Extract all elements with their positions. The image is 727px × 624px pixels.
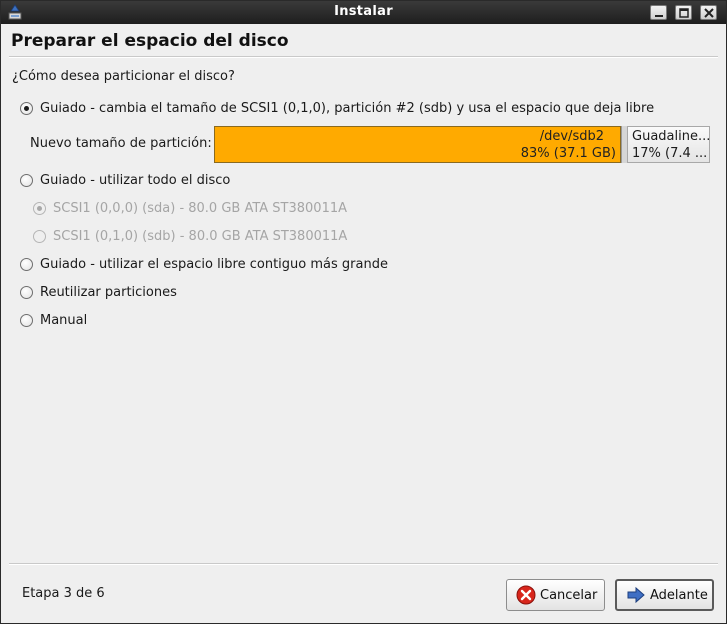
radio-button[interactable] (20, 313, 33, 327)
cancel-icon (516, 585, 536, 605)
option-label: Guiado - cambia el tamaño de SCSI1 (0,1,… (40, 100, 655, 116)
next-button[interactable]: Adelante (615, 579, 714, 611)
window-title: Instalar (334, 4, 393, 19)
forward-arrow-icon (627, 586, 645, 604)
radio-button (33, 229, 46, 243)
option-manual[interactable]: Manual (20, 311, 87, 329)
option-label: Reutilizar particiones (40, 284, 177, 300)
existing-partition-size: 83% (37.1 GB) (520, 146, 616, 161)
header-divider (9, 56, 718, 58)
option-label: Guiado - utilizar todo el disco (40, 172, 231, 188)
radio-button[interactable] (20, 285, 33, 299)
footer-divider (9, 563, 718, 565)
minimize-icon (655, 15, 663, 17)
option-label: Manual (40, 312, 88, 328)
option-guided-largest-free[interactable]: Guiado - utilizar el espacio libre conti… (20, 255, 388, 273)
close-button[interactable] (700, 5, 717, 20)
option-disk-sdb: SCSI1 (0,1,0) (sdb) - 80.0 GB ATA ST3800… (33, 227, 347, 245)
minimize-button[interactable] (650, 5, 667, 20)
new-partition-name: Guadaline... (632, 129, 710, 144)
installer-window: Instalar Preparar el espacio del disco ¿… (0, 0, 727, 624)
step-indicator: Etapa 3 de 6 (22, 586, 105, 601)
option-label: SCSI1 (0,1,0) (sdb) - 80.0 GB ATA ST3800… (53, 228, 348, 244)
existing-partition-bar: /dev/sdb2 83% (37.1 GB) (214, 126, 621, 163)
cancel-label: Cancelar (540, 587, 598, 603)
close-icon (704, 8, 714, 18)
radio-button (33, 201, 46, 215)
option-label: Guiado - utilizar el espacio libre conti… (40, 256, 388, 272)
option-guided-whole-disk[interactable]: Guiado - utilizar todo el disco (20, 171, 230, 189)
option-guided-resize[interactable]: Guiado - cambia el tamaño de SCSI1 (0,1,… (20, 99, 654, 117)
radio-button[interactable] (20, 257, 33, 271)
radio-button[interactable] (20, 101, 33, 115)
new-partition-size-label: Nuevo tamaño de partición: (30, 136, 212, 151)
title-bar[interactable]: Instalar (1, 1, 726, 24)
maximize-icon (679, 8, 689, 18)
option-label: SCSI1 (0,0,0) (sda) - 80.0 GB ATA ST3800… (53, 200, 348, 216)
maximize-button[interactable] (675, 5, 692, 20)
option-reuse-partitions[interactable]: Reutilizar particiones (20, 283, 177, 301)
existing-partition-name: /dev/sdb2 (539, 129, 604, 144)
option-disk-sda: SCSI1 (0,0,0) (sda) - 80.0 GB ATA ST3800… (33, 199, 347, 217)
next-label: Adelante (650, 587, 708, 603)
new-partition-bar: Guadaline... 17% (7.4 ... (627, 126, 710, 163)
cancel-button[interactable]: Cancelar (506, 579, 605, 611)
radio-button[interactable] (20, 173, 33, 187)
new-partition-size: 17% (7.4 ... (632, 146, 708, 161)
partition-question: ¿Cómo desea particionar el disco? (12, 69, 235, 84)
page-title: Preparar el espacio del disco (11, 31, 289, 51)
